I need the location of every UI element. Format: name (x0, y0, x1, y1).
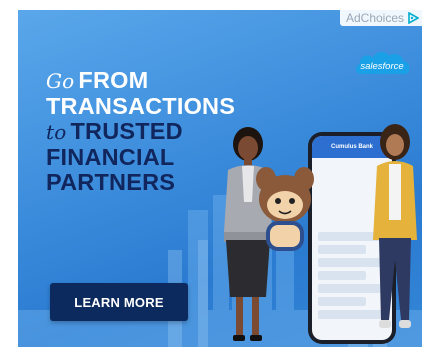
adchoices-icon (408, 12, 419, 24)
headline-line-2: TRANSACTIONS (46, 93, 236, 119)
headline-script-to: to (46, 120, 67, 144)
headline-from: FROM (78, 67, 149, 93)
screen-row (318, 297, 366, 306)
headline-script-go: Go (46, 69, 75, 93)
learn-more-button[interactable]: LEARN MORE (50, 283, 188, 321)
svg-text:salesforce: salesforce (360, 61, 403, 72)
headline-line-3: to TRUSTED (46, 119, 235, 145)
headline-line-4: FINANCIAL (46, 144, 175, 170)
screen-row (318, 245, 366, 254)
salesforce-logo: salesforce (355, 52, 410, 74)
headline-line-1: Go FROM (46, 68, 235, 94)
headline-line-5: PARTNERS (46, 169, 176, 195)
screen-row (318, 271, 366, 280)
customer-woman-illustration (373, 124, 417, 328)
adchoices-badge[interactable]: AdChoices (339, 10, 422, 26)
headline-trusted: TRUSTED (70, 118, 183, 144)
adchoices-label: AdChoices (345, 11, 404, 25)
banner-ad[interactable]: AdChoices salesforce Go FROM TRANSACTIONS… (18, 10, 422, 347)
astro-mascot-illustration (256, 167, 314, 251)
headline: Go FROM TRANSACTIONS to TRUSTED FINANCIAL … (46, 68, 235, 195)
